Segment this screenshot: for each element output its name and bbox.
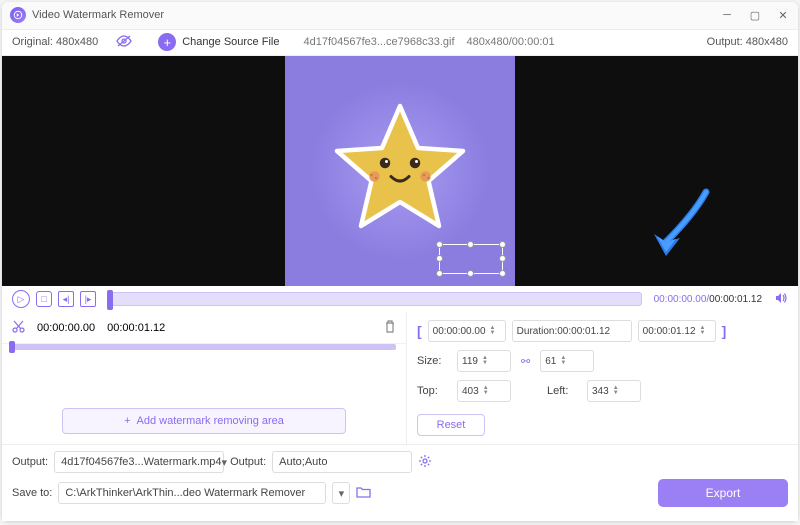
annotation-arrow-icon [646,184,716,269]
chevron-down-icon: ▾ [334,487,348,500]
output-dimensions: Output: 480x480 [707,36,788,48]
link-icon[interactable]: ⚯ [521,355,530,368]
app-window: Video Watermark Remover ─ ▢ ✕ Original: … [2,2,798,521]
titlebar: Video Watermark Remover ─ ▢ ✕ [2,2,798,29]
down-icon[interactable]: ▼ [482,361,488,366]
output-file-field[interactable]: 4d17f04567fe3...Watermark.mp4▾ [54,451,224,473]
close-button[interactable]: ✕ [776,8,790,22]
duration-time: 00:00:01.12 [709,294,762,305]
bottom-bar: Output: 4d17f04567fe3...Watermark.mp4▾ O… [2,444,798,521]
stop-button[interactable]: □ [36,291,52,307]
playback-bar: ▷ □ ◂| |▸ 00:00:00.00/00:00:01.12 [2,286,798,312]
app-title: Video Watermark Remover [32,9,720,21]
down-icon[interactable]: ▼ [560,361,566,366]
position-row: Top: 403▲▼ Left: 343▲▼ [417,380,788,402]
handle-bc[interactable] [467,270,474,277]
duration-display: Duration:00:00:01.12 [512,320,632,342]
bracket-left-icon[interactable]: [ [417,323,422,339]
down-icon[interactable]: ▼ [490,331,496,336]
source-dimensions-time: 480x480/00:00:01 [467,36,555,48]
current-time: 00:00:00.00 [654,294,707,305]
time-display: 00:00:00.00/00:00:01.12 [654,294,762,305]
output-preset-field[interactable]: Auto;Auto [272,451,412,473]
save-to-label: Save to: [12,487,52,499]
cut-icon[interactable] [12,320,25,336]
top-input[interactable]: 403▲▼ [457,380,511,402]
down-icon[interactable]: ▼ [700,331,706,336]
volume-icon[interactable] [774,291,788,308]
eye-icon[interactable] [116,35,132,50]
handle-br[interactable] [499,270,506,277]
add-source-icon[interactable]: + [158,33,176,51]
export-button[interactable]: Export [658,479,788,507]
left-input[interactable]: 343▲▼ [587,380,641,402]
reset-button[interactable]: Reset [417,414,485,436]
down-icon[interactable]: ▼ [613,391,619,396]
size-row: Size: 119▲▼ ⚯ 61▲▼ [417,350,788,372]
gear-icon[interactable] [418,454,432,471]
output-file-label: Output: [12,456,48,468]
step-back-button[interactable]: ◂| [58,291,74,307]
range-end-input[interactable]: 00:00:01.12▲▼ [638,320,716,342]
editor-panels: 00:00:00.00 00:00:01.12 + Add watermark … [2,312,798,444]
handle-ml[interactable] [436,255,443,262]
handle-mr[interactable] [499,255,506,262]
source-filename: 4d17f04567fe3...ce7968c33.gif [303,36,454,48]
clip-start: 00:00:00.00 [37,322,95,334]
play-button[interactable]: ▷ [12,290,30,308]
maximize-button[interactable]: ▢ [748,8,762,22]
left-label: Left: [547,385,581,397]
original-dimensions: Original: 480x480 [12,36,98,48]
time-range-row: [ 00:00:00.00▲▼ Duration:00:00:01.12 00:… [417,320,788,342]
bracket-right-icon[interactable]: ] [722,323,727,339]
top-label: Top: [417,385,451,397]
left-panel: 00:00:00.00 00:00:01.12 + Add watermark … [2,312,407,444]
width-input[interactable]: 119▲▼ [457,350,511,372]
plus-icon: + [124,415,130,427]
clip-end: 00:00:01.12 [107,322,165,334]
output-row: Output: 4d17f04567fe3...Watermark.mp4▾ O… [12,451,788,473]
window-controls: ─ ▢ ✕ [720,8,790,22]
minimize-button[interactable]: ─ [720,8,734,22]
handle-bl[interactable] [436,270,443,277]
down-icon[interactable]: ▼ [483,391,489,396]
range-start-input[interactable]: 00:00:00.00▲▼ [428,320,506,342]
chevron-down-icon[interactable]: ▾ [221,456,227,469]
clip-slider[interactable] [12,344,396,350]
app-logo-icon [10,7,26,23]
video-preview[interactable] [2,56,798,286]
size-label: Size: [417,355,451,367]
video-frame [285,56,515,286]
progress-slider[interactable] [108,292,642,306]
save-path-dropdown[interactable]: ▾ [332,482,350,504]
handle-tr[interactable] [499,241,506,248]
clip-bar: 00:00:00.00 00:00:01.12 [2,312,406,344]
star-character [325,94,475,249]
change-source-button[interactable]: Change Source File [182,36,279,48]
trash-icon[interactable] [384,320,396,336]
add-area-button[interactable]: + Add watermark removing area [62,408,346,434]
step-fwd-button[interactable]: |▸ [80,291,96,307]
progress-thumb[interactable] [107,290,113,310]
source-toolbar: Original: 480x480 + Change Source File 4… [2,29,798,56]
save-row: Save to: C:\ArkThinker\ArkThin...deo Wat… [12,479,788,507]
add-area-label: Add watermark removing area [137,415,284,427]
save-path-field[interactable]: C:\ArkThinker\ArkThin...deo Watermark Re… [58,482,326,504]
right-panel: [ 00:00:00.00▲▼ Duration:00:00:01.12 00:… [407,312,798,444]
output-preset-label: Output: [230,456,266,468]
selection-box[interactable] [439,244,503,274]
folder-icon[interactable] [356,486,371,501]
height-input[interactable]: 61▲▼ [540,350,594,372]
